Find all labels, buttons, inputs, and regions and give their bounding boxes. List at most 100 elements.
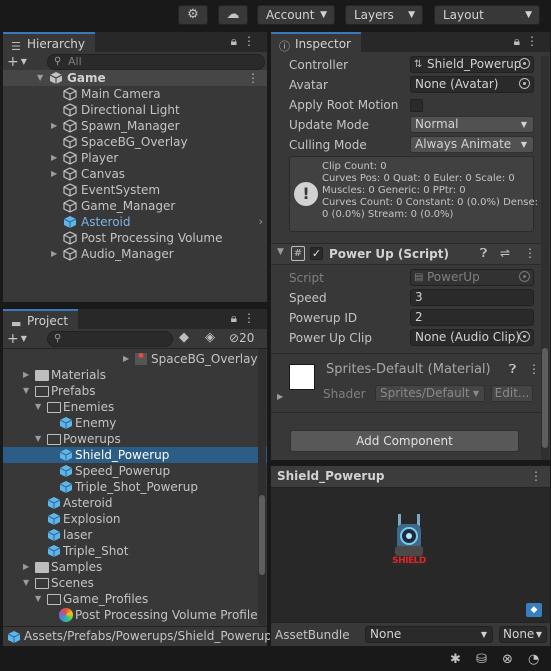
add-component-button[interactable]: Add Component [290,430,519,452]
powerup-component-header[interactable]: ▼ # ✓ Power Up (Script) ❓︎ ⇌ ⋮ [271,243,550,265]
more-icon[interactable]: ⋮ [524,246,536,260]
expand-arrow-icon[interactable]: ▼ [23,383,29,399]
auto-generate-lighting-icon[interactable]: ⊗ [502,652,513,667]
more-icon[interactable]: ⋮ [247,70,259,86]
project-asset[interactable]: Speed_Powerup [3,463,267,479]
tab-inspector[interactable]: ⓘ Inspector [271,32,361,53]
hierarchy-search-input[interactable]: ⚲ All [47,54,265,70]
more-icon[interactable]: ⋮ [243,311,261,325]
expand-arrow-icon[interactable]: ▶ [51,150,57,166]
project-asset[interactable]: Shield_Powerup [3,447,267,463]
account-dropdown[interactable]: Account ▼ [257,5,335,25]
more-icon[interactable]: ⋮ [530,469,542,483]
project-folder[interactable]: ▶ Materials [3,367,267,383]
filter-by-label-icon[interactable]: ◈ [205,330,215,345]
expand-arrow-icon[interactable]: ▼ [35,399,41,415]
lock-icon[interactable]: 🔒︎ [514,34,526,48]
edit-shader-button[interactable]: Edit... [491,385,533,402]
help-icon[interactable]: ❓︎ [480,246,487,261]
hierarchy-item[interactable]: SpaceBG_Overlay [3,134,267,150]
cloud-icon[interactable]: ☁ [218,5,248,25]
hierarchy-item[interactable]: ▶ Player [3,150,267,166]
project-search-input[interactable]: ⚲ [47,331,173,347]
hidden-packages-toggle[interactable]: ⊘20 [229,331,254,345]
tab-hierarchy[interactable]: ☰ Hierarchy [3,32,96,53]
powerup-id-field[interactable]: 2 [410,309,534,326]
project-asset[interactable]: Explosion [3,511,267,527]
project-asset[interactable]: Triple_Shot [3,543,267,559]
bug-icon[interactable]: ✱ [450,652,461,667]
help-icon[interactable]: ❓︎ [509,362,516,377]
project-asset[interactable]: ▶ SpaceBG_Overlay [3,351,267,367]
hierarchy-item[interactable]: Asteroid › [3,214,267,230]
cloud-services-icon[interactable]: ⚙ [178,5,208,25]
object-picker-icon[interactable] [519,58,530,69]
expand-arrow-icon[interactable]: ▼ [35,431,41,447]
lock-icon[interactable]: 🔒︎ [231,34,243,48]
foldout-arrow-icon[interactable]: ▶ [277,392,283,401]
speed-field[interactable]: 3 [410,289,534,306]
more-icon[interactable]: ⋮ [528,362,540,376]
hierarchy-item[interactable]: Post Processing Volume [3,230,267,246]
expand-arrow-icon[interactable]: ▼ [35,591,41,607]
root-motion-checkbox[interactable] [410,99,423,112]
expand-arrow-icon[interactable]: ▶ [51,246,57,262]
more-icon[interactable]: ⋮ [526,34,544,48]
hierarchy-item[interactable]: ▶ Audio_Manager [3,246,267,262]
scrollbar-thumb[interactable] [259,495,265,575]
asset-labels-icon[interactable]: ◆ [526,603,542,617]
progress-icon[interactable]: ◔ [528,652,539,667]
expand-arrow-icon[interactable]: ▶ [23,559,29,575]
project-folder[interactable]: ▼ Powerups [3,431,267,447]
inspector-scrollbar[interactable] [541,56,549,460]
update-mode-dropdown[interactable]: Normal ▼ [410,116,534,133]
object-picker-icon[interactable] [519,78,530,89]
expand-arrow-icon[interactable]: ▼ [37,70,43,86]
component-enabled-checkbox[interactable]: ✓ [310,247,323,260]
object-picker-icon[interactable] [519,331,530,342]
tab-project[interactable]: ▬ Project [3,309,79,330]
filter-by-type-icon[interactable]: ◆ [179,330,189,345]
powerup-clip-field[interactable]: None (Audio Clip) [410,329,534,346]
hierarchy-item[interactable]: EventSystem [3,182,267,198]
scene-row[interactable]: ▼ Game ⋮ [3,70,267,86]
asset-bundle-dropdown[interactable]: None ▼ [365,626,493,643]
project-asset[interactable]: Enemy [3,415,267,431]
create-button[interactable]: + ▼ [7,54,27,70]
layout-dropdown[interactable]: Layout ▼ [434,5,540,25]
project-folder[interactable]: ▼ Game_Profiles [3,591,267,607]
more-icon[interactable]: ⋮ [243,34,261,48]
asset-bundle-variant-dropdown[interactable]: None ▼ [499,626,547,643]
avatar-field[interactable]: None (Avatar) [410,76,534,93]
controller-field[interactable]: ⇅ Shield_Powerup [410,56,534,73]
hierarchy-item[interactable]: Directional Light [3,102,267,118]
expand-arrow-icon[interactable]: ▶ [51,166,57,182]
project-asset[interactable]: Asteroid [3,495,267,511]
presets-icon[interactable]: ⇌ [500,246,510,260]
project-folder[interactable]: ▼ Enemies [3,399,267,415]
cache-server-icon[interactable]: ⛁ [476,652,487,667]
project-scrollbar[interactable] [258,349,266,625]
expand-arrow-icon[interactable]: ▶ [123,351,129,367]
scrollbar-thumb[interactable] [542,348,548,448]
project-folder[interactable]: ▼ Scenes [3,575,267,591]
lock-icon[interactable]: 🔒︎ [231,311,243,325]
project-asset[interactable]: Post Processing Volume Profile [3,607,267,623]
expand-arrow-icon[interactable]: ▶ [23,367,29,383]
create-asset-button[interactable]: + ▼ [7,331,27,347]
layers-dropdown[interactable]: Layers ▼ [345,5,423,25]
project-folder[interactable]: ▶ Samples [3,559,267,575]
project-asset[interactable]: Triple_Shot_Powerup [3,479,267,495]
expand-arrow-icon[interactable]: ▶ [51,118,57,134]
open-prefab-arrow-icon[interactable]: › [259,214,263,230]
project-folder[interactable]: ▼ Prefabs [3,383,267,399]
shader-dropdown[interactable]: Sprites/Default ▼ [375,385,485,402]
foldout-arrow-icon[interactable]: ▼ [277,247,284,257]
hierarchy-item[interactable]: ▶ Spawn_Manager [3,118,267,134]
hierarchy-item[interactable]: Main Camera [3,86,267,102]
hierarchy-item[interactable]: ▶ Canvas [3,166,267,182]
culling-mode-dropdown[interactable]: Always Animate ▼ [410,136,534,153]
hierarchy-item[interactable]: Game_Manager [3,198,267,214]
expand-arrow-icon[interactable]: ▼ [23,575,29,591]
project-asset[interactable]: laser [3,527,267,543]
